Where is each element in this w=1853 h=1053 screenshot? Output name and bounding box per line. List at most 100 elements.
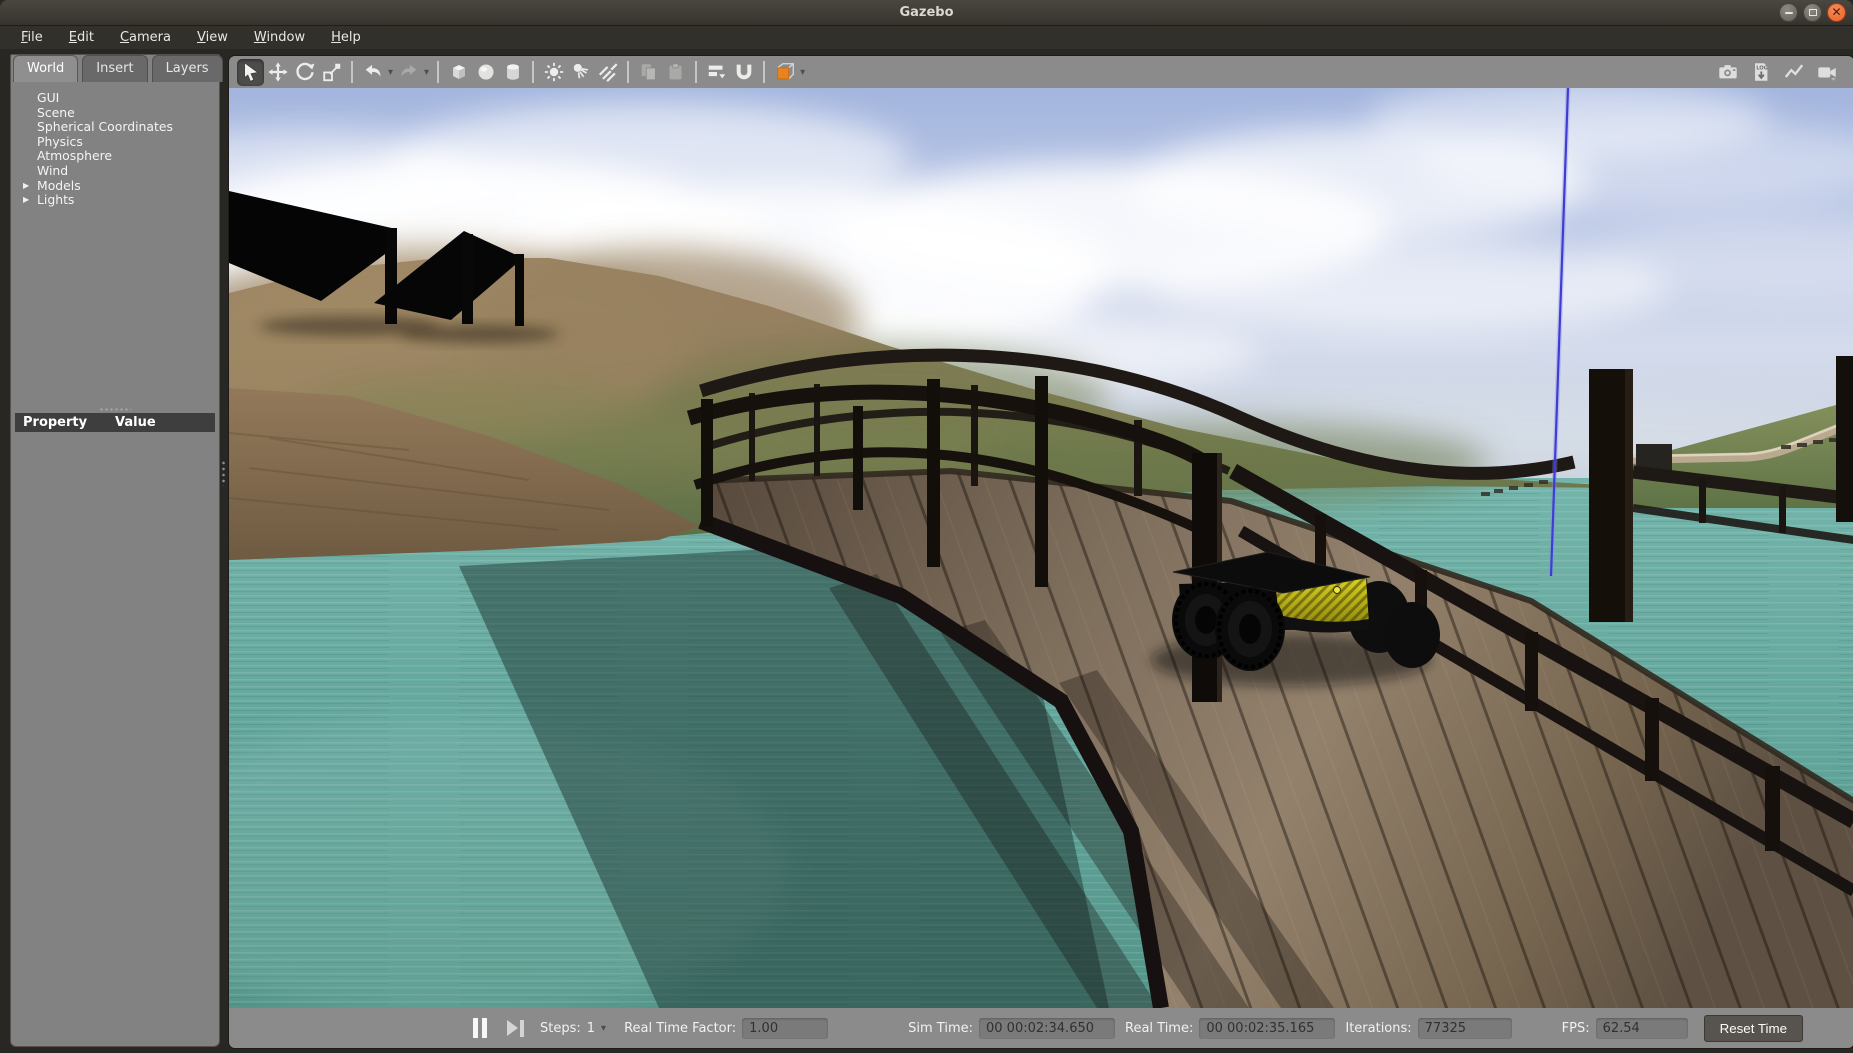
align-button[interactable] (703, 59, 730, 86)
menu-file[interactable]: File (8, 26, 56, 49)
expand-arrow-icon[interactable]: ▶ (23, 193, 29, 208)
toolbar-separator (627, 61, 629, 83)
menubar: File Edit Camera View Window Help (0, 26, 1853, 49)
copy-button[interactable] (635, 59, 662, 86)
copy-icon (638, 61, 660, 83)
spot-light-button[interactable] (567, 59, 594, 86)
iterations-field[interactable]: 77325 (1418, 1018, 1512, 1039)
paste-button[interactable] (662, 59, 689, 86)
undo-button[interactable] (359, 59, 386, 86)
cylinder-icon (502, 61, 524, 83)
directional-light-button[interactable] (594, 59, 621, 86)
sidebar-resize-handle[interactable] (221, 460, 226, 486)
scale-tool-button[interactable] (318, 59, 345, 86)
tree-item-scene[interactable]: Scene (11, 106, 219, 121)
sphere-icon (475, 61, 497, 83)
tab-insert[interactable]: Insert (82, 55, 147, 82)
scale-icon (321, 61, 343, 83)
steps-caret[interactable]: ▾ (601, 1023, 606, 1034)
viewport-toolbar: ▾ ▾ (229, 56, 1853, 88)
plot-button[interactable] (1780, 59, 1807, 86)
tree-item-gui[interactable]: GUI (11, 91, 219, 106)
tree-item-spherical-coordinates[interactable]: Spherical Coordinates (11, 120, 219, 135)
view-angle-button[interactable] (771, 59, 798, 86)
plot-icon (1783, 61, 1805, 83)
menu-edit[interactable]: Edit (56, 26, 107, 49)
menu-window[interactable]: Window (241, 26, 318, 49)
redo-history-caret[interactable]: ▾ (424, 67, 429, 78)
translate-tool-button[interactable] (264, 59, 291, 86)
expand-arrow-icon[interactable]: ▶ (23, 179, 29, 194)
point-light-icon (543, 61, 565, 83)
window-controls: ✕ (1779, 3, 1846, 22)
tree-item-models[interactable]: ▶Models (11, 179, 219, 194)
svg-text:LOG: LOG (1756, 66, 1768, 72)
video-camera-icon (1816, 61, 1838, 83)
directional-light-icon (597, 61, 619, 83)
rtf-field[interactable]: 1.00 (742, 1018, 828, 1039)
reset-time-button[interactable]: Reset Time (1704, 1015, 1803, 1042)
rotate-icon (294, 61, 316, 83)
viewport-3d[interactable] (229, 88, 1853, 1008)
fps-field[interactable]: 62.54 (1596, 1018, 1688, 1039)
pause-button[interactable] (473, 1018, 487, 1038)
real-time-field[interactable]: 00 00:02:35.165 (1199, 1018, 1335, 1039)
redo-button[interactable] (395, 59, 422, 86)
box-shape-button[interactable] (445, 59, 472, 86)
log-record-button[interactable]: LOG (1747, 59, 1774, 86)
fps-label: FPS: (1562, 1021, 1590, 1036)
toolbar-separator (763, 61, 765, 83)
snap-button[interactable] (730, 59, 757, 86)
point-light-button[interactable] (540, 59, 567, 86)
screenshot-button[interactable] (1714, 59, 1741, 86)
titlebar[interactable]: Gazebo ✕ (0, 0, 1853, 26)
tree-item-physics[interactable]: Physics (11, 135, 219, 150)
sidebar-tabs: World Insert Layers (11, 55, 219, 82)
box-icon (448, 61, 470, 83)
sim-time-label: Sim Time: (908, 1021, 973, 1036)
tree-item-lights[interactable]: ▶Lights (11, 193, 219, 208)
toolbar-right-group: LOG (1714, 59, 1840, 86)
property-column-header: Property (23, 415, 115, 430)
video-record-button[interactable] (1813, 59, 1840, 86)
redo-icon (398, 61, 420, 83)
sim-time-field[interactable]: 00 00:02:34.650 (979, 1018, 1115, 1039)
move-icon (267, 61, 289, 83)
log-icon: LOG (1750, 61, 1772, 83)
menu-camera[interactable]: Camera (107, 26, 184, 49)
camera-icon (1717, 61, 1739, 83)
property-splitter-handle[interactable] (99, 407, 131, 412)
select-tool-button[interactable] (237, 59, 264, 86)
iterations-label: Iterations: (1345, 1021, 1411, 1036)
toolbar-separator (532, 61, 534, 83)
view-angle-cube-icon (774, 61, 796, 83)
maximize-button[interactable] (1803, 3, 1822, 22)
undo-icon (362, 61, 384, 83)
viewport-frame: ▾ ▾ (228, 55, 1853, 1049)
cylinder-shape-button[interactable] (499, 59, 526, 86)
minimize-icon (1785, 12, 1793, 14)
toolbar-separator (437, 61, 439, 83)
close-button[interactable]: ✕ (1827, 3, 1846, 22)
maximize-icon (1809, 9, 1817, 16)
steps-value[interactable]: 1 (587, 1021, 595, 1036)
undo-history-caret[interactable]: ▾ (388, 67, 393, 78)
rtf-label: Real Time Factor: (624, 1021, 736, 1036)
select-arrow-icon (240, 61, 262, 83)
tree-item-wind[interactable]: Wind (11, 164, 219, 179)
view-angle-caret[interactable]: ▾ (800, 67, 805, 78)
minimize-button[interactable] (1779, 3, 1798, 22)
sphere-shape-button[interactable] (472, 59, 499, 86)
property-table-header: Property Value (15, 413, 215, 432)
tab-world[interactable]: World (13, 55, 78, 82)
tab-layers[interactable]: Layers (152, 55, 223, 82)
real-time-label: Real Time: (1125, 1021, 1193, 1036)
step-button[interactable] (507, 1020, 524, 1037)
window-title: Gazebo (0, 0, 1853, 25)
rotate-tool-button[interactable] (291, 59, 318, 86)
steps-label: Steps: (540, 1021, 581, 1036)
menu-view[interactable]: View (184, 26, 241, 49)
menu-help[interactable]: Help (318, 26, 374, 49)
value-column-header: Value (115, 415, 156, 430)
tree-item-atmosphere[interactable]: Atmosphere (11, 149, 219, 164)
